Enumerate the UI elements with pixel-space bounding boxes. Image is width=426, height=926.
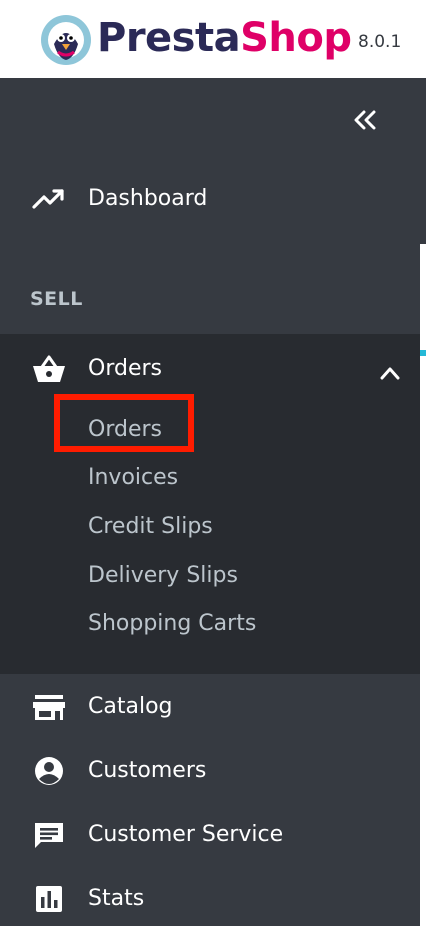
store-icon (33, 695, 65, 720)
sidebar-item-customers[interactable]: Customers (0, 744, 420, 794)
sidebar-item-label: Customers (88, 758, 207, 783)
chat-icon (35, 823, 63, 848)
trending-up-icon (32, 189, 64, 209)
sidebar-item-dashboard[interactable]: Dashboard (0, 172, 420, 222)
bar-chart-icon (36, 886, 62, 912)
sidebar-item-stats[interactable]: Stats (0, 872, 420, 922)
sidebar-item-label: Dashboard (88, 186, 208, 211)
brand-name-part2: Shop (240, 15, 352, 61)
sidebar-item-label: Catalog (88, 694, 173, 719)
brand-name: PrestaShop (97, 12, 352, 64)
sidebar-item-label: Customer Service (88, 822, 284, 847)
app-header: PrestaShop 8.0.1 (0, 0, 426, 78)
prestashop-logo-icon[interactable] (40, 14, 92, 66)
brand-name-part1: Presta (97, 15, 241, 61)
sidebar-item-orders[interactable]: Orders (0, 342, 420, 392)
submenu-item-delivery-slips[interactable]: Delivery Slips (88, 560, 238, 592)
highlight-annotation (54, 394, 194, 452)
content-edge (420, 78, 426, 926)
sidebar-nav: Dashboard SELL Orders Orders Invoices Cr… (0, 78, 420, 926)
collapse-sidebar-icon[interactable] (350, 106, 380, 134)
chevron-up-icon[interactable] (380, 366, 400, 380)
submenu-item-shopping-carts[interactable]: Shopping Carts (88, 608, 256, 640)
account-circle-icon (35, 757, 63, 785)
shopping-basket-icon (33, 355, 65, 382)
sidebar-item-catalog[interactable]: Catalog (0, 680, 420, 730)
orders-menu-expanded: Orders Orders Invoices Credit Slips Deli… (0, 334, 420, 674)
sidebar-item-label: Orders (88, 356, 162, 381)
submenu-item-invoices[interactable]: Invoices (88, 462, 178, 494)
section-title-sell: SELL (30, 288, 83, 310)
content-edge-dark (420, 78, 426, 244)
sidebar-item-label: Stats (88, 886, 145, 911)
content-edge-accent (420, 350, 426, 356)
submenu-item-credit-slips[interactable]: Credit Slips (88, 511, 213, 543)
version-label: 8.0.1 (358, 32, 402, 52)
sidebar-item-customer-service[interactable]: Customer Service (0, 808, 420, 858)
